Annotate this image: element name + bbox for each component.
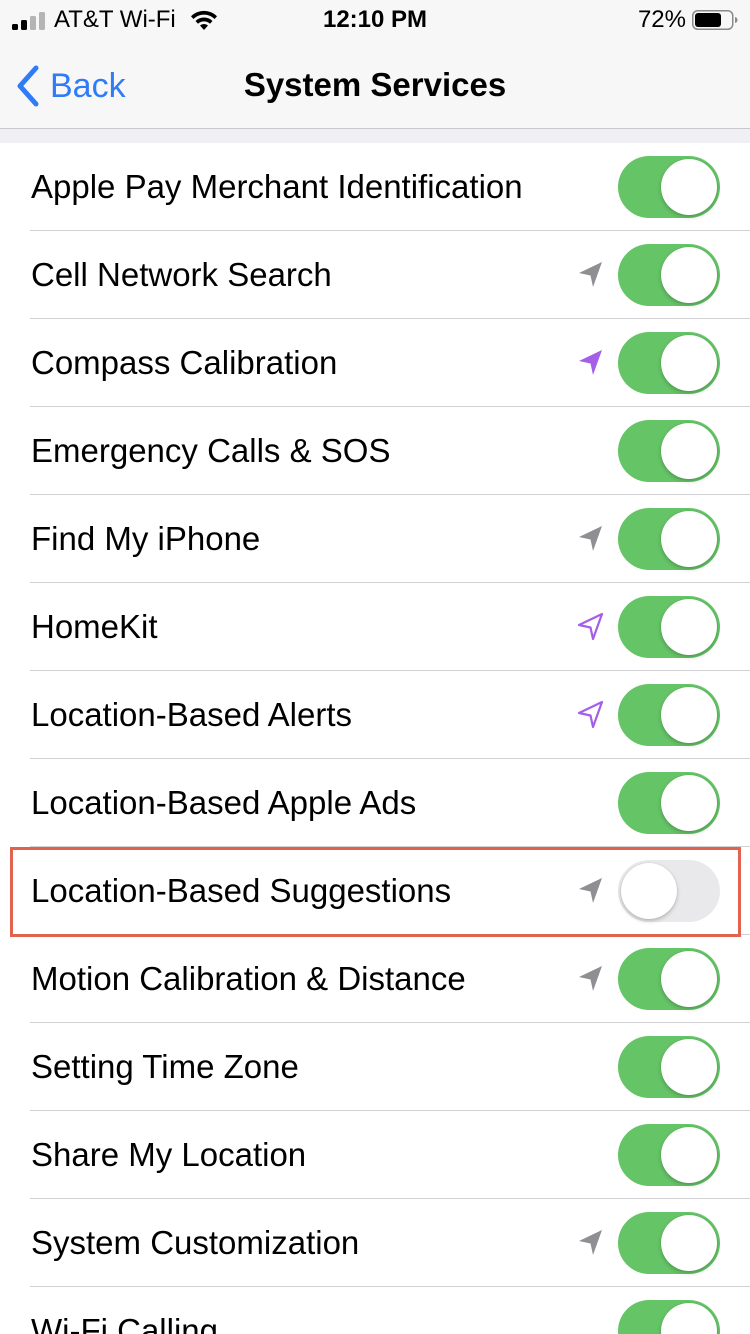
- toggle-switch[interactable]: [618, 1036, 720, 1098]
- toggle-knob: [661, 159, 717, 215]
- location-arrow-outline-purple-icon: [577, 612, 604, 641]
- row-label: Location-Based Apple Ads: [31, 784, 417, 821]
- location-arrow-outline-purple-icon: [577, 700, 604, 729]
- battery-icon: [692, 10, 738, 30]
- row-label: Cell Network Search: [31, 256, 332, 293]
- location-arrow-purple-icon: [579, 350, 602, 375]
- toggle-switch[interactable]: [618, 332, 720, 394]
- status-bar: AT&T Wi-Fi 12:10 PM 72%: [0, 0, 750, 40]
- section-gap: [0, 129, 750, 143]
- list-row-compass-calibration[interactable]: Compass Calibration: [0, 319, 750, 407]
- toggle-knob: [661, 1127, 717, 1183]
- toggle-switch[interactable]: [618, 948, 720, 1010]
- list-row-homekit[interactable]: HomeKit: [0, 583, 750, 671]
- location-arrow-gray-icon: [579, 526, 602, 551]
- list-row-share-my-location[interactable]: Share My Location: [0, 1111, 750, 1199]
- row-label: Find My iPhone: [31, 520, 261, 557]
- toggle-knob: [661, 335, 717, 391]
- list-row-emergency-calls-sos[interactable]: Emergency Calls & SOS: [0, 407, 750, 495]
- toggle-knob: [661, 1215, 717, 1271]
- row-label: Compass Calibration: [31, 344, 338, 381]
- toggle-switch[interactable]: [618, 596, 720, 658]
- settings-list: Apple Pay Merchant Identification Cell Ne…: [0, 143, 750, 1334]
- list-row-system-customization[interactable]: System Customization: [0, 1199, 750, 1287]
- row-label: Location-Based Suggestions: [31, 872, 452, 909]
- row-label: Apple Pay Merchant Identification: [31, 168, 523, 205]
- row-label: Share My Location: [31, 1136, 307, 1173]
- row-label: System Customization: [31, 1224, 360, 1261]
- toggle-knob: [661, 687, 717, 743]
- toggle-knob: [661, 1303, 717, 1334]
- toggle-switch[interactable]: [618, 244, 720, 306]
- toggle-switch[interactable]: [618, 1124, 720, 1186]
- list-row-cell-network-search[interactable]: Cell Network Search: [0, 231, 750, 319]
- toggle-switch[interactable]: [618, 420, 720, 482]
- location-arrow-gray-icon: [579, 878, 602, 903]
- list-row-location-based-apple-ads[interactable]: Location-Based Apple Ads: [0, 759, 750, 847]
- toggle-knob: [661, 599, 717, 655]
- toggle-knob: [661, 511, 717, 567]
- row-label: Wi-Fi Calling: [31, 1312, 219, 1334]
- location-arrow-gray-icon: [579, 966, 602, 991]
- row-label: Motion Calibration & Distance: [31, 960, 466, 997]
- list-row-find-my-iphone[interactable]: Find My iPhone: [0, 495, 750, 583]
- navigation-bar: Back System Services: [0, 40, 750, 129]
- toggle-knob: [661, 1039, 717, 1095]
- row-label: Location-Based Alerts: [31, 696, 353, 733]
- list-row-location-based-alerts[interactable]: Location-Based Alerts: [0, 671, 750, 759]
- toggle-switch[interactable]: [618, 508, 720, 570]
- toggle-knob: [661, 423, 717, 479]
- location-arrow-gray-icon: [579, 262, 602, 287]
- list-row-setting-time-zone[interactable]: Setting Time Zone: [0, 1023, 750, 1111]
- toggle-knob: [661, 951, 717, 1007]
- toggle-switch[interactable]: [618, 156, 720, 218]
- toggle-knob: [621, 863, 677, 919]
- list-row-motion-calibration-distance[interactable]: Motion Calibration & Distance: [0, 935, 750, 1023]
- toggle-switch[interactable]: [618, 684, 720, 746]
- list-row-location-based-suggestions[interactable]: Location-Based Suggestions: [0, 847, 750, 935]
- screen: AT&T Wi-Fi 12:10 PM 72% Back System Serv…: [0, 0, 750, 1334]
- toggle-switch[interactable]: [618, 1300, 720, 1334]
- toggle-switch[interactable]: [618, 772, 720, 834]
- page-title: System Services: [243, 66, 507, 103]
- toggle-switch[interactable]: [618, 1212, 720, 1274]
- location-arrow-gray-icon: [579, 1230, 602, 1255]
- toggle-knob: [661, 247, 717, 303]
- row-label: Emergency Calls & SOS: [31, 432, 391, 469]
- toggle-knob: [661, 775, 717, 831]
- toggle-switch[interactable]: [618, 860, 720, 922]
- row-label: HomeKit: [31, 608, 158, 645]
- row-label: Setting Time Zone: [31, 1048, 299, 1085]
- list-row-apple-pay-merchant-identification[interactable]: Apple Pay Merchant Identification: [0, 143, 750, 231]
- list-row-wi-fi-calling[interactable]: Wi-Fi Calling: [0, 1287, 750, 1334]
- battery-percent: 72%: [637, 6, 686, 33]
